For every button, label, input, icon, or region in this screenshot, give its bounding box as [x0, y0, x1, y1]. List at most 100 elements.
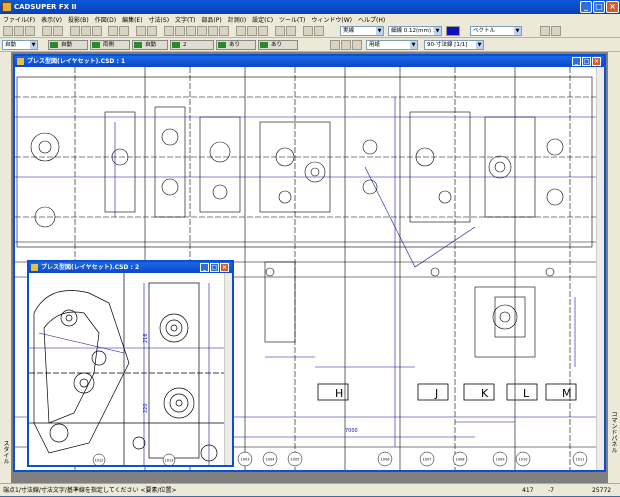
- command-panel[interactable]: コマンドパネル: [608, 52, 620, 483]
- arrow-left-icon[interactable]: [303, 26, 313, 36]
- dimension-220: 220: [143, 403, 149, 413]
- undo-icon[interactable]: [108, 26, 118, 36]
- copy-icon[interactable]: [81, 26, 91, 36]
- menu-parts[interactable]: 部品(P): [201, 15, 221, 24]
- snap-auto-button[interactable]: 自動: [48, 40, 88, 50]
- app-icon: [2, 2, 12, 12]
- menu-window[interactable]: ウィンドウ(W): [311, 15, 352, 24]
- menu-help[interactable]: ヘルプ(H): [358, 15, 385, 24]
- both-sides-button[interactable]: 両側: [90, 40, 130, 50]
- status-bar: 端点1/寸法線/寸法文字/基準線を指定してください <要素/位置> 417 -7…: [0, 483, 620, 496]
- maximize-button[interactable]: □: [593, 1, 605, 13]
- color-swatch[interactable]: [446, 26, 460, 36]
- window-tile-icon[interactable]: [275, 26, 285, 36]
- option-b-button[interactable]: あり: [258, 40, 298, 50]
- window-1-maximize-button[interactable]: □: [582, 57, 591, 66]
- window-2-minimize-button[interactable]: _: [200, 263, 209, 272]
- preview-icon[interactable]: [53, 26, 63, 36]
- menu-projection[interactable]: 投影(B): [68, 15, 89, 24]
- balloon-3: 1004: [266, 458, 276, 462]
- menu-measure[interactable]: 計測(I): [228, 15, 246, 24]
- grid-icon[interactable]: [147, 26, 157, 36]
- cut-icon[interactable]: [70, 26, 80, 36]
- status-x: 417: [522, 487, 534, 494]
- close-button[interactable]: ×: [606, 1, 619, 13]
- app-titlebar: CADSUPER FX II _ □ ×: [0, 0, 620, 14]
- style-tab[interactable]: スタイル: [1, 422, 10, 482]
- document-icon: [31, 264, 38, 271]
- window-1-close-button[interactable]: ×: [592, 57, 601, 66]
- zoom-out-icon[interactable]: [175, 26, 185, 36]
- style-panel[interactable]: スタイル: [0, 52, 11, 483]
- zoom-all-icon[interactable]: [197, 26, 207, 36]
- layer-select[interactable]: ベクトル ▼: [470, 26, 522, 36]
- balloon-5: 1006: [381, 458, 390, 462]
- window-1-title: プレス型図(レイヤセット).CSD : 1: [27, 58, 126, 65]
- balloon-8: 1009: [496, 458, 505, 462]
- save-icon[interactable]: [25, 26, 35, 36]
- menu-draw[interactable]: 作図(D): [95, 15, 116, 24]
- menu-settings[interactable]: 設定(C): [252, 15, 273, 24]
- window-2-maximize-button[interactable]: □: [210, 263, 219, 272]
- layer-icon[interactable]: [236, 26, 246, 36]
- window-2-close-button[interactable]: ×: [220, 263, 229, 272]
- window-2-titlebar[interactable]: プレス型図(レイヤセット).CSD : 2 _ □ ×: [29, 262, 232, 273]
- mode-select[interactable]: 自動 ▼: [2, 40, 38, 50]
- drawing-canvas-2[interactable]: 216 220 1012 1013: [29, 273, 224, 465]
- balloon-6: 1007: [423, 458, 432, 462]
- auto-button[interactable]: 自動: [132, 40, 168, 50]
- menu-view[interactable]: 表示(V): [41, 15, 62, 24]
- check-icon[interactable]: [330, 40, 340, 50]
- menu-text[interactable]: 文字(T): [175, 15, 195, 24]
- property-icon[interactable]: [247, 26, 257, 36]
- redraw-icon[interactable]: [219, 26, 229, 36]
- command-panel-tab[interactable]: コマンドパネル: [609, 382, 618, 482]
- status-y: -7: [548, 487, 554, 494]
- paper-select[interactable]: 用紙 ▼: [366, 40, 418, 50]
- letter-l-label: L: [523, 387, 530, 400]
- document-icon: [17, 58, 24, 65]
- measure-icon[interactable]: [258, 26, 268, 36]
- drawing-window-2[interactable]: プレス型図(レイヤセット).CSD : 2 _ □ × 216 220 1012…: [27, 260, 234, 467]
- minimize-button[interactable]: _: [580, 1, 592, 13]
- letter-m-label: M: [562, 387, 572, 400]
- paste-icon[interactable]: [92, 26, 102, 36]
- zoom-icon[interactable]: [341, 40, 351, 50]
- menu-bar: ファイル(F) 表示(V) 投影(B) 作図(D) 編集(E) 寸法(S) 文字…: [0, 14, 620, 24]
- dimstyle-select[interactable]: 90-寸法線 [1/1] ▼: [424, 40, 484, 50]
- zoom-window-icon[interactable]: [186, 26, 196, 36]
- window-cascade-icon[interactable]: [286, 26, 296, 36]
- window-1-scrollbar[interactable]: [596, 67, 604, 470]
- dimension-text: 7000: [345, 428, 358, 434]
- pan-icon[interactable]: [208, 26, 218, 36]
- menu-file[interactable]: ファイル(F): [3, 15, 35, 24]
- menu-dimension[interactable]: 寸法(S): [149, 15, 170, 24]
- menu-edit[interactable]: 編集(E): [122, 15, 142, 24]
- window-2-scrollbar[interactable]: [224, 273, 232, 465]
- balloon-4: 1005: [291, 458, 300, 462]
- linewidth-select[interactable]: 細線 0.12(mm) 1 ▼: [388, 26, 442, 36]
- refresh-icon[interactable]: [352, 40, 362, 50]
- window-1-minimize-button[interactable]: _: [572, 57, 581, 66]
- count-button[interactable]: 2: [170, 40, 214, 50]
- redo-icon[interactable]: [119, 26, 129, 36]
- new-icon[interactable]: [3, 26, 13, 36]
- balloon-7: 1008: [456, 458, 465, 462]
- snap-icon[interactable]: [136, 26, 146, 36]
- balloon-2: 1003: [241, 458, 250, 462]
- tool-a-icon[interactable]: [540, 26, 550, 36]
- open-icon[interactable]: [14, 26, 24, 36]
- window-1-titlebar[interactable]: プレス型図(レイヤセット).CSD : 1 _ □ ×: [15, 56, 604, 67]
- status-z: 25772: [592, 487, 612, 494]
- tool-b-icon[interactable]: [551, 26, 561, 36]
- print-icon[interactable]: [42, 26, 52, 36]
- zoom-in-icon[interactable]: [164, 26, 174, 36]
- arrow-right-icon[interactable]: [314, 26, 324, 36]
- menu-tools[interactable]: ツール(T): [279, 15, 305, 24]
- linetype-select[interactable]: 実線 ▼: [340, 26, 384, 36]
- balloon-12: 1013: [165, 459, 174, 463]
- drawing-2[interactable]: 216 220 1012 1013: [29, 273, 224, 465]
- option-a-button[interactable]: あり: [216, 40, 256, 50]
- letter-k-label: K: [481, 387, 489, 400]
- letter-h-label: H: [335, 387, 343, 400]
